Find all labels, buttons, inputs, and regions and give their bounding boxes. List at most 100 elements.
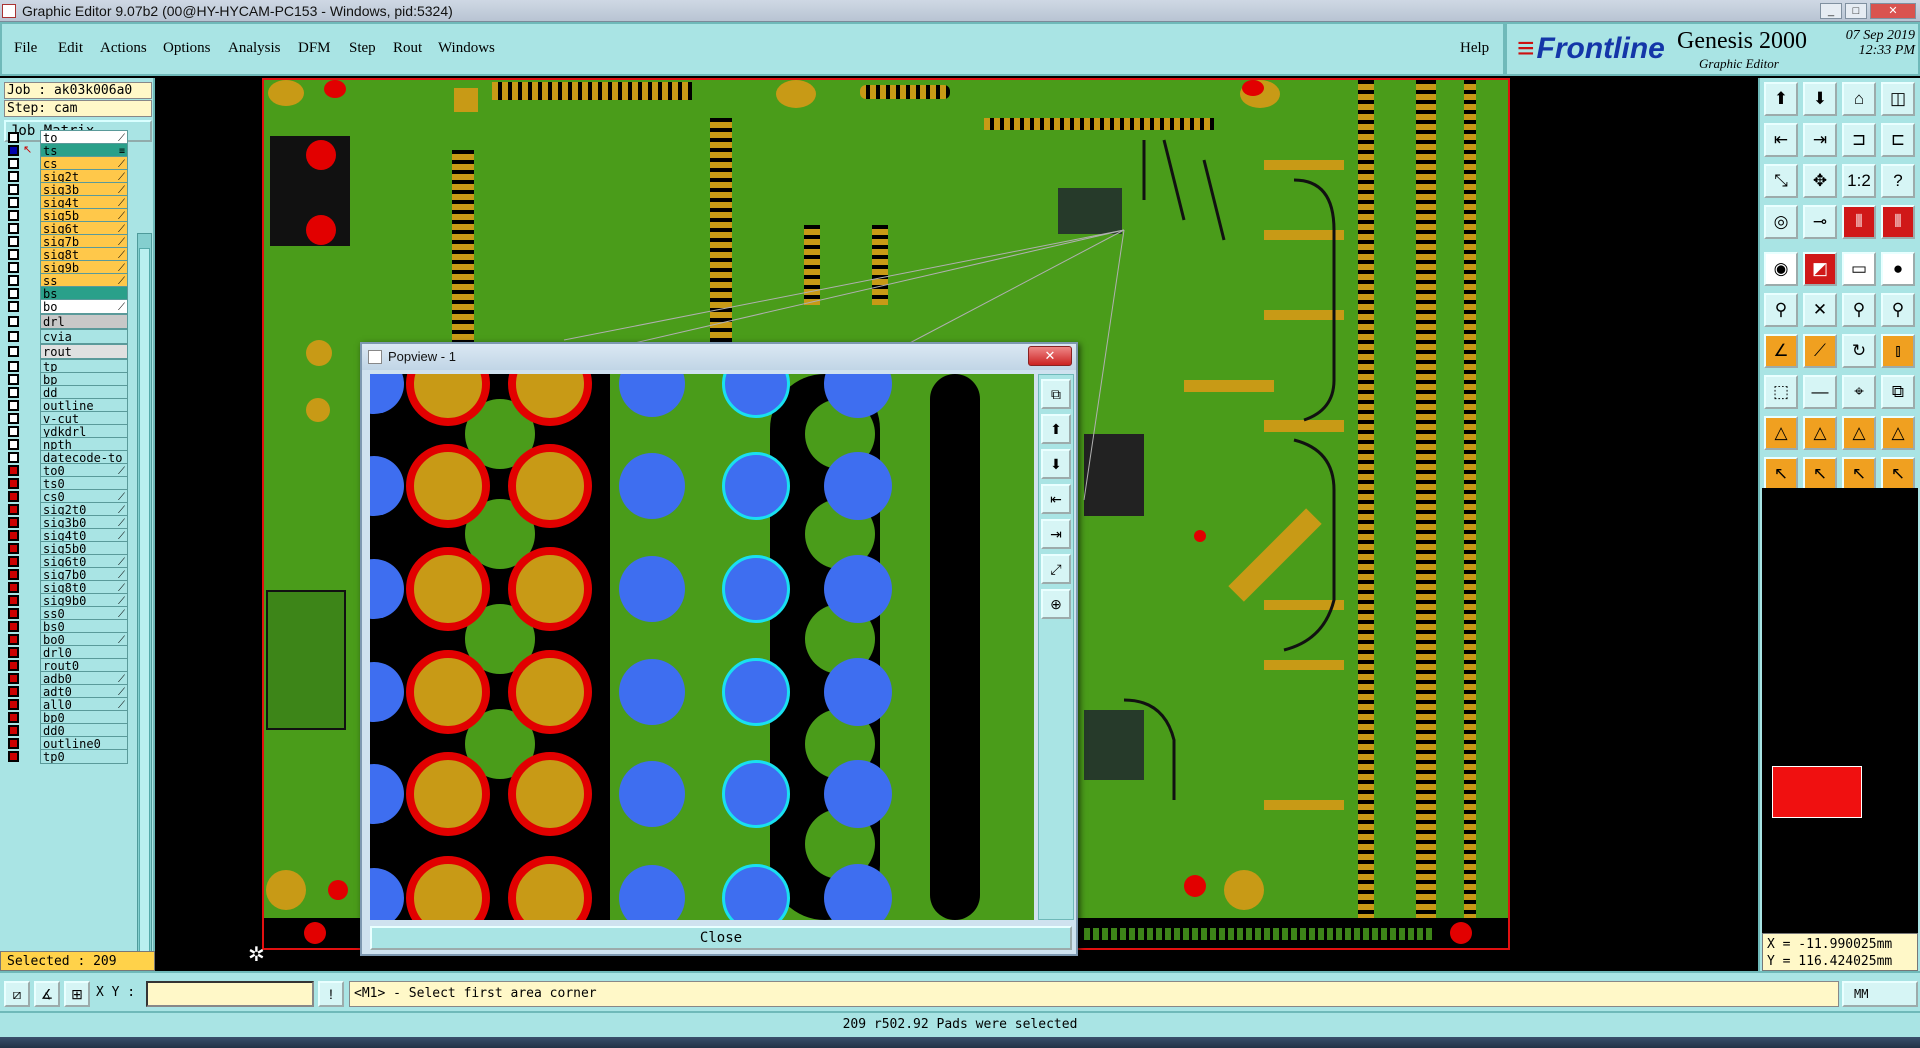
measure-icon[interactable]: ∡ <box>34 981 60 1007</box>
layer-checkbox[interactable] <box>8 400 19 411</box>
menu-step[interactable]: Step <box>349 40 376 57</box>
grid-icon[interactable]: ⊞ <box>64 981 90 1007</box>
layer-checkbox[interactable] <box>8 275 19 286</box>
layer-checkbox[interactable] <box>8 197 19 208</box>
layer-checkbox[interactable] <box>8 262 19 273</box>
layer-checkbox[interactable] <box>8 301 19 312</box>
tool-button-r1c0[interactable]: ⇤ <box>1764 123 1798 157</box>
layer-checkbox[interactable] <box>8 582 19 593</box>
layer-checkbox[interactable] <box>8 673 19 684</box>
tool-button-r5c3[interactable]: ⚲ <box>1881 293 1915 327</box>
maximize-button[interactable]: □ <box>1845 3 1867 19</box>
popview-tool-4[interactable]: ⇥ <box>1041 519 1071 549</box>
xy-input[interactable] <box>146 981 314 1007</box>
menu-rout[interactable]: Rout <box>393 40 422 57</box>
tool-button-r2c1[interactable]: ✥ <box>1803 164 1837 198</box>
layer-row-rout[interactable]: rout <box>6 344 128 359</box>
layer-checkbox[interactable] <box>8 504 19 515</box>
tool-button-r4c0[interactable]: ◉ <box>1764 252 1798 286</box>
tool-button-r2c2[interactable]: 1:2 <box>1842 164 1876 198</box>
layer-checkbox[interactable] <box>8 491 19 502</box>
popview-canvas[interactable] <box>370 374 1034 920</box>
layer-checkbox[interactable] <box>8 184 19 195</box>
popview-close-x[interactable]: ✕ <box>1028 346 1072 366</box>
tool-button-r8c2[interactable]: △ <box>1842 416 1876 450</box>
tool-button-r0c1[interactable]: ⬇ <box>1803 82 1837 116</box>
layer-checkbox[interactable] <box>8 249 19 260</box>
layer-checkbox[interactable] <box>8 361 19 372</box>
overview-viewport[interactable] <box>1772 766 1862 818</box>
layer-row-tp0[interactable]: tp0 <box>6 749 128 764</box>
close-window-button[interactable]: ✕ <box>1870 3 1916 19</box>
layer-scrollbar[interactable] <box>137 233 152 1018</box>
tool-button-r9c2[interactable]: ↖ <box>1842 457 1876 491</box>
menu-options[interactable]: Options <box>163 40 211 57</box>
scroll-thumb[interactable] <box>139 248 150 1000</box>
menu-actions[interactable]: Actions <box>100 40 147 57</box>
layer-checkbox[interactable] <box>8 712 19 723</box>
tool-button-r1c1[interactable]: ⇥ <box>1803 123 1837 157</box>
layer-checkbox[interactable] <box>8 316 19 327</box>
layer-checkbox[interactable] <box>8 132 19 143</box>
tool-button-r7c3[interactable]: ⧉ <box>1881 375 1915 409</box>
layer-checkbox[interactable] <box>8 331 19 342</box>
layer-checkbox[interactable] <box>8 145 19 156</box>
layer-checkbox[interactable] <box>8 452 19 463</box>
tool-button-r6c2[interactable]: ↻ <box>1842 334 1876 368</box>
tool-button-r8c1[interactable]: △ <box>1803 416 1837 450</box>
tool-button-r7c0[interactable]: ⬚ <box>1764 375 1798 409</box>
popview-titlebar[interactable]: Popview - 1 ✕ <box>362 344 1076 370</box>
popview-tool-5[interactable]: ⤢ <box>1041 554 1071 584</box>
layer-row-bo[interactable]: bo ⟋ <box>6 299 128 314</box>
tool-button-r5c1[interactable]: ✕ <box>1803 293 1837 327</box>
layer-checkbox[interactable] <box>8 210 19 221</box>
layer-name[interactable]: bo ⟋ <box>40 299 128 314</box>
tool-button-r8c3[interactable]: △ <box>1881 416 1915 450</box>
layer-checkbox[interactable] <box>8 288 19 299</box>
layer-checkbox[interactable] <box>8 346 19 357</box>
tool-button-r6c3[interactable]: ⫾ <box>1881 334 1915 368</box>
layer-checkbox[interactable] <box>8 413 19 424</box>
layer-name[interactable]: drl <box>40 314 128 329</box>
layer-checkbox[interactable] <box>8 738 19 749</box>
menu-file[interactable]: File <box>14 40 37 57</box>
overview-map[interactable] <box>1762 488 1918 933</box>
layer-checkbox[interactable] <box>8 171 19 182</box>
tool-button-r1c3[interactable]: ⊏ <box>1881 123 1915 157</box>
layer-checkbox[interactable] <box>8 478 19 489</box>
tool-button-r9c3[interactable]: ↖ <box>1881 457 1915 491</box>
layer-checkbox[interactable] <box>8 660 19 671</box>
tool-button-r7c1[interactable]: ― <box>1803 375 1837 409</box>
popview-tool-3[interactable]: ⇤ <box>1041 484 1071 514</box>
layer-row-drl[interactable]: drl <box>6 314 128 329</box>
tool-button-r0c0[interactable]: ⬆ <box>1764 82 1798 116</box>
tool-button-r3c2[interactable]: ⦀ <box>1842 205 1876 239</box>
layer-checkbox[interactable] <box>8 387 19 398</box>
popview-tool-6[interactable]: ⊕ <box>1041 589 1071 619</box>
menu-dfm[interactable]: DFM <box>298 40 331 57</box>
layer-checkbox[interactable] <box>8 236 19 247</box>
layer-checkbox[interactable] <box>8 223 19 234</box>
popview-tool-0[interactable]: ⧉ <box>1041 379 1071 409</box>
layer-name[interactable]: tp0 <box>40 749 128 764</box>
layer-name[interactable]: rout <box>40 344 128 359</box>
layer-checkbox[interactable] <box>8 374 19 385</box>
tool-button-r5c2[interactable]: ⚲ <box>1842 293 1876 327</box>
layer-checkbox[interactable] <box>8 543 19 554</box>
layer-checkbox[interactable] <box>8 556 19 567</box>
tool-button-r2c3[interactable]: ? <box>1881 164 1915 198</box>
tool-button-r9c1[interactable]: ↖ <box>1803 457 1837 491</box>
zoom-area-icon[interactable]: ⧄ <box>4 981 30 1007</box>
units-selector[interactable]: MM <box>1842 981 1918 1007</box>
tool-button-r2c0[interactable]: ⤡ <box>1764 164 1798 198</box>
popview-tool-1[interactable]: ⬆ <box>1041 414 1071 444</box>
layer-checkbox[interactable] <box>8 465 19 476</box>
tool-button-r6c0[interactable]: ∠ <box>1764 334 1798 368</box>
tool-button-r0c3[interactable]: ◫ <box>1881 82 1915 116</box>
minimize-button[interactable]: _ <box>1820 3 1842 19</box>
menu-edit[interactable]: Edit <box>58 40 83 57</box>
layer-checkbox[interactable] <box>8 725 19 736</box>
tool-button-r7c2[interactable]: ⌖ <box>1842 375 1876 409</box>
layer-checkbox[interactable] <box>8 426 19 437</box>
tool-button-r9c0[interactable]: ↖ <box>1764 457 1798 491</box>
